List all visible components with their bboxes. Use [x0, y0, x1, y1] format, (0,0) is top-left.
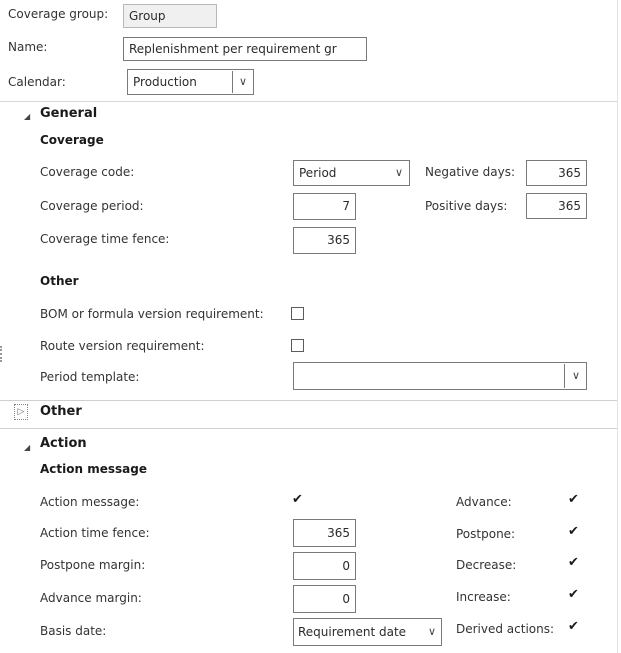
splitter-handle[interactable]: [0, 346, 5, 362]
bom-requirement-label: BOM or formula version requirement:: [40, 307, 264, 321]
action-message-label: Action message:: [40, 495, 140, 509]
action-message-checkbox[interactable]: ✔: [291, 492, 304, 508]
name-value: Replenishment per requirement gr: [129, 42, 337, 56]
calendar-dropdown-separator: [232, 71, 233, 93]
bom-requirement-checkbox[interactable]: [291, 307, 304, 320]
period-template-separator: [564, 364, 565, 388]
postpone-margin-input[interactable]: 0: [293, 552, 356, 580]
postpone-margin-value: 0: [342, 559, 350, 573]
name-input[interactable]: Replenishment per requirement gr: [123, 37, 367, 61]
coverage-subtitle: Coverage: [40, 133, 104, 147]
checkmark-icon: ✔: [568, 587, 579, 602]
advance-checkbox[interactable]: ✔: [567, 492, 580, 508]
coverage-code-dropdown[interactable]: Period ∨: [293, 160, 410, 186]
advance-margin-input[interactable]: 0: [293, 585, 356, 613]
negative-days-label: Negative days:: [425, 165, 516, 179]
section-action-title[interactable]: Action: [40, 436, 87, 451]
coverage-period-input[interactable]: 7: [293, 193, 356, 220]
route-requirement-label: Route version requirement:: [40, 339, 205, 353]
derived-actions-label: Derived actions:: [456, 622, 555, 636]
positive-days-label: Positive days:: [425, 199, 508, 213]
calendar-label: Calendar:: [8, 75, 66, 89]
action-time-fence-value: 365: [327, 526, 350, 540]
action-message-subtitle: Action message: [40, 462, 147, 476]
coverage-time-fence-label: Coverage time fence:: [40, 232, 170, 246]
route-requirement-checkbox[interactable]: [291, 339, 304, 352]
postpone-margin-label: Postpone margin:: [40, 558, 146, 572]
period-template-label: Period template:: [40, 370, 140, 384]
coverage-group-label: Coverage group:: [8, 7, 109, 21]
chevron-down-icon[interactable]: ∨: [572, 363, 580, 389]
decrease-checkbox[interactable]: ✔: [567, 555, 580, 571]
other-section-header[interactable]: ▷ Other: [14, 403, 84, 423]
derived-actions-checkbox[interactable]: ✔: [567, 619, 580, 635]
action-time-fence-input[interactable]: 365: [293, 519, 356, 547]
coverage-time-fence-input[interactable]: 365: [293, 227, 356, 254]
general-divider: [0, 400, 617, 401]
period-template-dropdown[interactable]: ∨: [293, 362, 587, 390]
increase-checkbox[interactable]: ✔: [567, 587, 580, 603]
coverage-period-label: Coverage period:: [40, 199, 144, 213]
calendar-value: Production: [133, 75, 197, 89]
coverage-group-field[interactable]: Group: [123, 4, 217, 28]
coverage-code-value: Period: [299, 166, 337, 180]
coverage-time-fence-value: 365: [327, 233, 350, 247]
section-other-title[interactable]: Other: [40, 404, 82, 419]
header-divider-vertical: [617, 0, 618, 653]
chevron-down-icon[interactable]: ∨: [239, 70, 247, 94]
checkmark-icon: ✔: [292, 492, 303, 507]
coverage-period-value: 7: [342, 199, 350, 213]
increase-label: Increase:: [456, 590, 511, 604]
coverage-code-label: Coverage code:: [40, 165, 135, 179]
header-divider: [0, 101, 617, 102]
advance-margin-value: 0: [342, 592, 350, 606]
decrease-label: Decrease:: [456, 558, 517, 572]
advance-margin-label: Advance margin:: [40, 591, 142, 605]
checkmark-icon: ✔: [568, 619, 579, 634]
section-general-title[interactable]: General: [40, 106, 97, 121]
basis-date-label: Basis date:: [40, 624, 107, 638]
postpone-checkbox[interactable]: ✔: [567, 524, 580, 540]
checkmark-icon: ✔: [568, 524, 579, 539]
name-label: Name:: [8, 40, 48, 54]
advance-label: Advance:: [456, 495, 512, 509]
positive-days-value: 365: [558, 199, 581, 213]
other-subtitle: Other: [40, 274, 79, 288]
action-time-fence-label: Action time fence:: [40, 526, 150, 540]
coverage-group-value: Group: [129, 9, 166, 23]
chevron-down-icon[interactable]: ∨: [395, 161, 403, 185]
checkmark-icon: ✔: [568, 492, 579, 507]
triangle-down-icon[interactable]: ◢: [24, 443, 30, 452]
triangle-down-icon[interactable]: ◢: [24, 112, 30, 121]
basis-date-value: Requirement date: [298, 625, 407, 639]
checkmark-icon: ✔: [568, 555, 579, 570]
basis-date-dropdown[interactable]: Requirement date ∨: [293, 618, 442, 646]
negative-days-value: 365: [558, 166, 581, 180]
negative-days-input[interactable]: 365: [526, 160, 587, 186]
calendar-dropdown[interactable]: Production ∨: [127, 69, 254, 95]
other-divider: [0, 428, 617, 429]
chevron-down-icon[interactable]: ∨: [428, 619, 436, 645]
postpone-label: Postpone:: [456, 527, 516, 541]
positive-days-input[interactable]: 365: [526, 193, 587, 219]
triangle-right-icon[interactable]: ▷: [14, 404, 28, 420]
